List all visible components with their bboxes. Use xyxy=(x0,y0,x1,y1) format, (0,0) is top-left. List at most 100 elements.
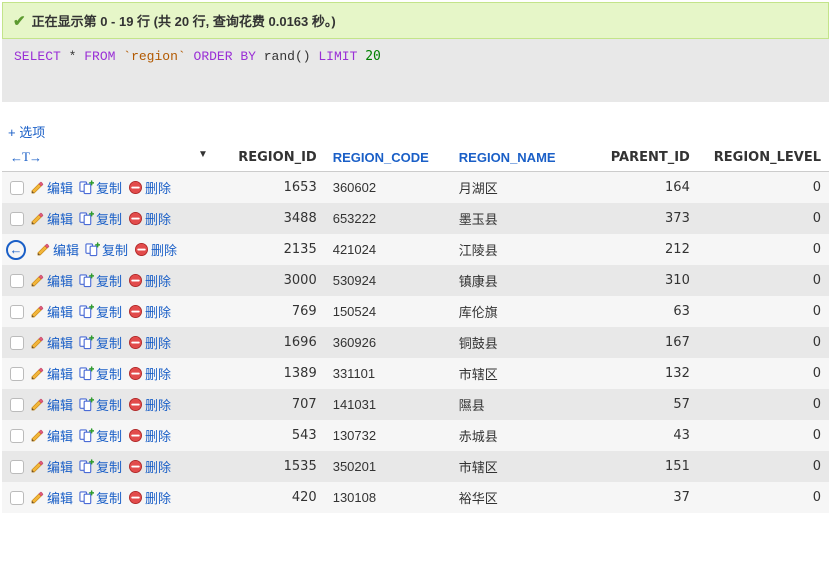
banner-text: 正在显示第 0 - 19 行 (共 20 行, 查询花费 0.0163 秒。) xyxy=(32,11,336,30)
edit-button[interactable]: 编辑 xyxy=(30,178,73,197)
copy-button[interactable]: 复制 xyxy=(79,395,122,414)
success-banner: ✔ 正在显示第 0 - 19 行 (共 20 行, 查询花费 0.0163 秒。… xyxy=(2,2,829,39)
sort-caret-icon[interactable]: ▼ xyxy=(198,149,208,160)
copy-button[interactable]: 复制 xyxy=(79,209,122,228)
pencil-icon xyxy=(30,335,45,350)
copy-label: 复制 xyxy=(96,209,122,228)
table-row: ←编辑复制删除2135421024江陵县2120 xyxy=(2,234,829,265)
delete-icon xyxy=(128,366,143,381)
copy-button[interactable]: 复制 xyxy=(79,488,122,507)
delete-button[interactable]: 删除 xyxy=(128,426,171,445)
row-checkbox[interactable] xyxy=(10,460,24,474)
delete-button[interactable]: 删除 xyxy=(128,178,171,197)
header-region-id[interactable]: REGION_ID xyxy=(224,143,325,172)
delete-button[interactable]: 删除 xyxy=(128,302,171,321)
delete-button[interactable]: 删除 xyxy=(128,457,171,476)
delete-button[interactable]: 删除 xyxy=(134,240,177,259)
row-actions-cell: 编辑复制删除 xyxy=(2,420,224,451)
cell-parent-id: 167 xyxy=(587,327,698,358)
edit-label: 编辑 xyxy=(47,364,73,383)
row-actions-cell: ←编辑复制删除 xyxy=(2,234,224,265)
copy-button[interactable]: 复制 xyxy=(79,302,122,321)
cell-region-code: 130732 xyxy=(325,420,451,451)
row-checkbox[interactable] xyxy=(10,429,24,443)
cell-region-code: 653222 xyxy=(325,203,451,234)
cell-parent-id: 151 xyxy=(587,451,698,482)
header-region-code[interactable]: REGION_CODE xyxy=(325,143,451,172)
delete-button[interactable]: 删除 xyxy=(128,395,171,414)
copy-icon xyxy=(79,304,94,319)
delete-button[interactable]: 删除 xyxy=(128,209,171,228)
delete-button[interactable]: 删除 xyxy=(128,271,171,290)
cell-region-level: 0 xyxy=(698,296,829,327)
edit-label: 编辑 xyxy=(47,395,73,414)
edit-button[interactable]: 编辑 xyxy=(30,364,73,383)
options-toggle[interactable]: + 选项 xyxy=(8,122,831,141)
delete-button[interactable]: 删除 xyxy=(128,333,171,352)
edit-button[interactable]: 编辑 xyxy=(36,240,79,259)
cell-parent-id: 57 xyxy=(587,389,698,420)
cell-region-level: 0 xyxy=(698,420,829,451)
cell-region-id: 769 xyxy=(224,296,325,327)
header-region-level[interactable]: REGION_LEVEL xyxy=(698,143,829,172)
copy-icon xyxy=(79,366,94,381)
row-checkbox[interactable] xyxy=(10,212,24,226)
copy-button[interactable]: 复制 xyxy=(79,271,122,290)
edit-button[interactable]: 编辑 xyxy=(30,333,73,352)
edit-label: 编辑 xyxy=(47,302,73,321)
copy-icon xyxy=(79,180,94,195)
edit-button[interactable]: 编辑 xyxy=(30,488,73,507)
row-checkbox[interactable] xyxy=(10,336,24,350)
edit-button[interactable]: 编辑 xyxy=(30,426,73,445)
copy-button[interactable]: 复制 xyxy=(79,457,122,476)
copy-icon xyxy=(79,397,94,412)
delete-button[interactable]: 删除 xyxy=(128,364,171,383)
row-checkbox[interactable] xyxy=(10,367,24,381)
row-checkbox[interactable] xyxy=(10,181,24,195)
copy-label: 复制 xyxy=(96,271,122,290)
header-parent-id[interactable]: PARENT_ID xyxy=(587,143,698,172)
copy-label: 复制 xyxy=(102,240,128,259)
delete-button[interactable]: 删除 xyxy=(128,488,171,507)
row-checkbox[interactable] xyxy=(10,491,24,505)
edit-button[interactable]: 编辑 xyxy=(30,271,73,290)
table-row: 编辑复制删除1696360926铜鼓县1670 xyxy=(2,327,829,358)
copy-label: 复制 xyxy=(96,457,122,476)
header-region-name[interactable]: REGION_NAME xyxy=(451,143,587,172)
cell-region-code: 350201 xyxy=(325,451,451,482)
sql-query-box[interactable]: SELECT * FROM `region` ORDER BY rand() L… xyxy=(2,39,829,102)
edit-button[interactable]: 编辑 xyxy=(30,395,73,414)
copy-button[interactable]: 复制 xyxy=(79,364,122,383)
copy-label: 复制 xyxy=(96,364,122,383)
cell-region-name: 江陵县 xyxy=(451,234,587,265)
copy-button[interactable]: 复制 xyxy=(85,240,128,259)
row-checkbox[interactable] xyxy=(10,305,24,319)
delete-label: 删除 xyxy=(145,302,171,321)
cell-region-code: 331101 xyxy=(325,358,451,389)
copy-button[interactable]: 复制 xyxy=(79,178,122,197)
cell-parent-id: 43 xyxy=(587,420,698,451)
edit-button[interactable]: 编辑 xyxy=(30,457,73,476)
row-checkbox[interactable] xyxy=(10,398,24,412)
copy-button[interactable]: 复制 xyxy=(79,333,122,352)
copy-button[interactable]: 复制 xyxy=(79,426,122,445)
copy-icon xyxy=(79,459,94,474)
copy-label: 复制 xyxy=(96,302,122,321)
cell-region-level: 0 xyxy=(698,451,829,482)
delete-label: 删除 xyxy=(145,271,171,290)
edit-button[interactable]: 编辑 xyxy=(30,209,73,228)
edit-button[interactable]: 编辑 xyxy=(30,302,73,321)
table-row: 编辑复制删除1535350201市辖区1510 xyxy=(2,451,829,482)
delete-icon xyxy=(128,397,143,412)
copy-icon xyxy=(79,273,94,288)
row-actions-cell: 编辑复制删除 xyxy=(2,482,224,513)
cell-region-level: 0 xyxy=(698,327,829,358)
cell-parent-id: 37 xyxy=(587,482,698,513)
cell-region-name: 隰县 xyxy=(451,389,587,420)
header-sort[interactable]: ←T→ ▼ xyxy=(2,143,224,172)
edit-label: 编辑 xyxy=(47,271,73,290)
cell-region-id: 2135 xyxy=(224,234,325,265)
copy-icon xyxy=(79,428,94,443)
row-checkbox[interactable] xyxy=(10,274,24,288)
sql-limit-n: 20 xyxy=(365,49,381,64)
